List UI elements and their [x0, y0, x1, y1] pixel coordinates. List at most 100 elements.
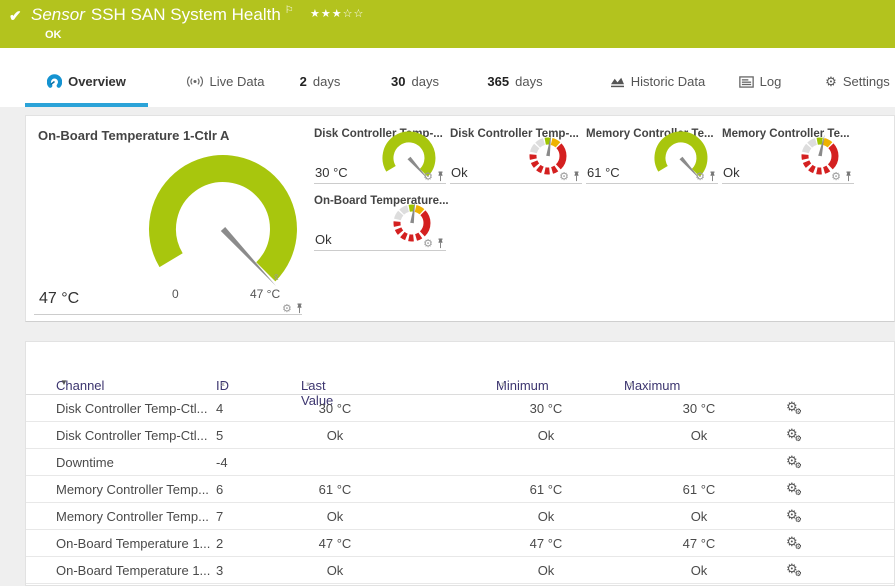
- channel-id: 7: [216, 509, 223, 524]
- channel-gauge-tile[interactable]: Disk Controller Temp-... Ok ⚙: [450, 126, 582, 184]
- tile-pin-icon[interactable]: [572, 171, 581, 182]
- table-row[interactable]: Downtime -4 ⚙⚙: [26, 449, 894, 476]
- tile-gear-icon[interactable]: ⚙: [831, 170, 841, 183]
- tab-label: Log: [760, 74, 782, 89]
- channel-name[interactable]: On-Board Temperature 1...: [56, 563, 211, 578]
- sort-desc-icon: ▼: [60, 378, 68, 387]
- channel-last-value: Ok: [275, 509, 395, 524]
- channel-id: 6: [216, 482, 223, 497]
- gauge-value: Ok: [723, 165, 740, 180]
- tile-gear-icon[interactable]: ⚙: [423, 170, 433, 183]
- channel-maximum: 47 °C: [639, 536, 759, 551]
- tab-overview[interactable]: Overview: [25, 62, 148, 107]
- channel-minimum: Ok: [486, 563, 606, 578]
- channel-last-value: 47 °C: [275, 536, 395, 551]
- tile-gear-icon[interactable]: ⚙: [423, 237, 433, 250]
- tab-label: Settings: [843, 74, 890, 89]
- channel-minimum: Ok: [486, 509, 606, 524]
- gear-icon: ⚙: [825, 74, 837, 90]
- primary-channel-gauge[interactable]: On-Board Temperature 1-Ctlr A 0 x̄ 47 °C…: [34, 120, 306, 318]
- channel-id: -4: [216, 455, 228, 470]
- gauge-value: 61 °C: [587, 165, 620, 180]
- gauge-title: On-Board Temperature 1-Ctlr A: [38, 128, 229, 143]
- status-ok-check-icon: ✔: [9, 7, 22, 25]
- tile-pin-icon[interactable]: [436, 238, 445, 249]
- channel-maximum: 30 °C: [639, 401, 759, 416]
- table-row[interactable]: On-Board Temperature 1... 2 47 °C 47 °C …: [26, 530, 894, 557]
- channel-settings-icon[interactable]: ⚙⚙: [786, 534, 802, 551]
- gauge-value: Ok: [315, 232, 332, 247]
- tile-gear-icon[interactable]: ⚙: [695, 170, 705, 183]
- tab-historic-data[interactable]: Historic Data: [595, 62, 720, 107]
- flag-icon[interactable]: ⚐: [285, 5, 294, 16]
- tab-number: 2: [300, 74, 307, 89]
- channel-gauge-tile[interactable]: Disk Controller Temp-... 30 °C ⚙: [314, 126, 446, 184]
- tab-label: Overview: [68, 74, 126, 89]
- channel-last-value: 61 °C: [275, 482, 395, 497]
- channel-gauge-tile[interactable]: On-Board Temperature... Ok ⚙: [314, 193, 446, 251]
- table-row[interactable]: Disk Controller Temp-Ctl... 4 30 °C 30 °…: [26, 395, 894, 422]
- log-list-icon: [739, 76, 754, 88]
- tab-bar: Overview Live Data 2 days 30 days 365 da…: [0, 48, 895, 107]
- gauge-value: 30 °C: [315, 165, 348, 180]
- table-header-row: Channel▼ ID▲▼ Last Value▲▼ Minimum▲▼ Max…: [26, 368, 894, 395]
- channel-last-value: Ok: [275, 563, 395, 578]
- tab-30-days[interactable]: 30 days: [375, 62, 455, 107]
- tile-pin-icon[interactable]: [436, 171, 445, 182]
- tile-pin-icon[interactable]: [708, 171, 717, 182]
- prtg-sensor-page: ✔ SensorSSH SAN System Health⚐ ★★★☆☆ OK …: [0, 0, 895, 586]
- channel-minimum: 61 °C: [486, 482, 606, 497]
- channel-settings-icon[interactable]: ⚙⚙: [786, 480, 802, 497]
- tile-divider: [34, 314, 302, 315]
- tab-2-days[interactable]: 2 days: [285, 62, 355, 107]
- tile-pin-icon[interactable]: [844, 171, 853, 182]
- sensor-name: SSH SAN System Health: [91, 5, 281, 24]
- channel-last-value: Ok: [275, 428, 395, 443]
- channels-table-panel: Channel▼ ID▲▼ Last Value▲▼ Minimum▲▼ Max…: [25, 341, 895, 586]
- table-row[interactable]: On-Board Temperature 1... 3 Ok Ok Ok ⚙⚙: [26, 557, 894, 584]
- channel-last-value: 30 °C: [275, 401, 395, 416]
- tab-label: days: [313, 74, 340, 89]
- tile-gear-icon[interactable]: ⚙: [282, 302, 292, 315]
- channel-gauge-tile[interactable]: Memory Controller Te... Ok ⚙: [722, 126, 854, 184]
- tile-gear-icon[interactable]: ⚙: [559, 170, 569, 183]
- channel-name[interactable]: On-Board Temperature 1...: [56, 536, 211, 551]
- tab-live-data[interactable]: Live Data: [170, 62, 280, 107]
- page-title: SensorSSH SAN System Health⚐: [31, 5, 294, 25]
- tab-settings[interactable]: ⚙ Settings: [820, 62, 895, 107]
- table-row[interactable]: Disk Controller Temp-Ctl... 5 Ok Ok Ok ⚙…: [26, 422, 894, 449]
- channel-name[interactable]: Memory Controller Temp...: [56, 509, 211, 524]
- channel-maximum: Ok: [639, 509, 759, 524]
- table-row[interactable]: Memory Controller Temp... 7 Ok Ok Ok ⚙⚙: [26, 503, 894, 530]
- channel-settings-icon[interactable]: ⚙⚙: [786, 399, 802, 416]
- stars-empty: ☆☆: [343, 8, 365, 20]
- gauge-average-marker: x̄: [274, 272, 279, 282]
- channel-name[interactable]: Disk Controller Temp-Ctl...: [56, 428, 211, 443]
- channel-settings-icon[interactable]: ⚙⚙: [786, 426, 802, 443]
- stars-filled: ★★★: [310, 8, 343, 20]
- channel-id: 4: [216, 401, 223, 416]
- tab-label: days: [412, 74, 439, 89]
- channel-settings-icon[interactable]: ⚙⚙: [786, 507, 802, 524]
- gauges-panel: On-Board Temperature 1-Ctlr A 0 x̄ 47 °C…: [25, 115, 895, 322]
- status-badge: OK: [45, 29, 62, 41]
- channel-settings-icon[interactable]: ⚙⚙: [786, 561, 802, 578]
- channel-name[interactable]: Disk Controller Temp-Ctl...: [56, 401, 211, 416]
- tile-pin-icon[interactable]: [295, 303, 304, 314]
- channel-name[interactable]: Memory Controller Temp...: [56, 482, 211, 497]
- radial-gauge: [650, 130, 714, 194]
- channel-maximum: Ok: [639, 563, 759, 578]
- tab-label: Live Data: [210, 74, 265, 89]
- broadcast-icon: [186, 75, 204, 88]
- tab-log[interactable]: Log: [725, 62, 795, 107]
- table-row[interactable]: Memory Controller Temp... 6 61 °C 61 °C …: [26, 476, 894, 503]
- channel-gauge-tile[interactable]: Memory Controller Te... 61 °C ⚙: [586, 126, 718, 184]
- channel-minimum: 30 °C: [486, 401, 606, 416]
- channel-settings-icon[interactable]: ⚙⚙: [786, 453, 802, 470]
- gauge-icon: [47, 74, 62, 89]
- gauge-scale-min: 0: [172, 287, 179, 301]
- tab-365-days[interactable]: 365 days: [470, 62, 560, 107]
- priority-stars[interactable]: ★★★☆☆: [310, 7, 364, 20]
- channel-name[interactable]: Downtime: [56, 455, 211, 470]
- area-chart-icon: [610, 75, 625, 88]
